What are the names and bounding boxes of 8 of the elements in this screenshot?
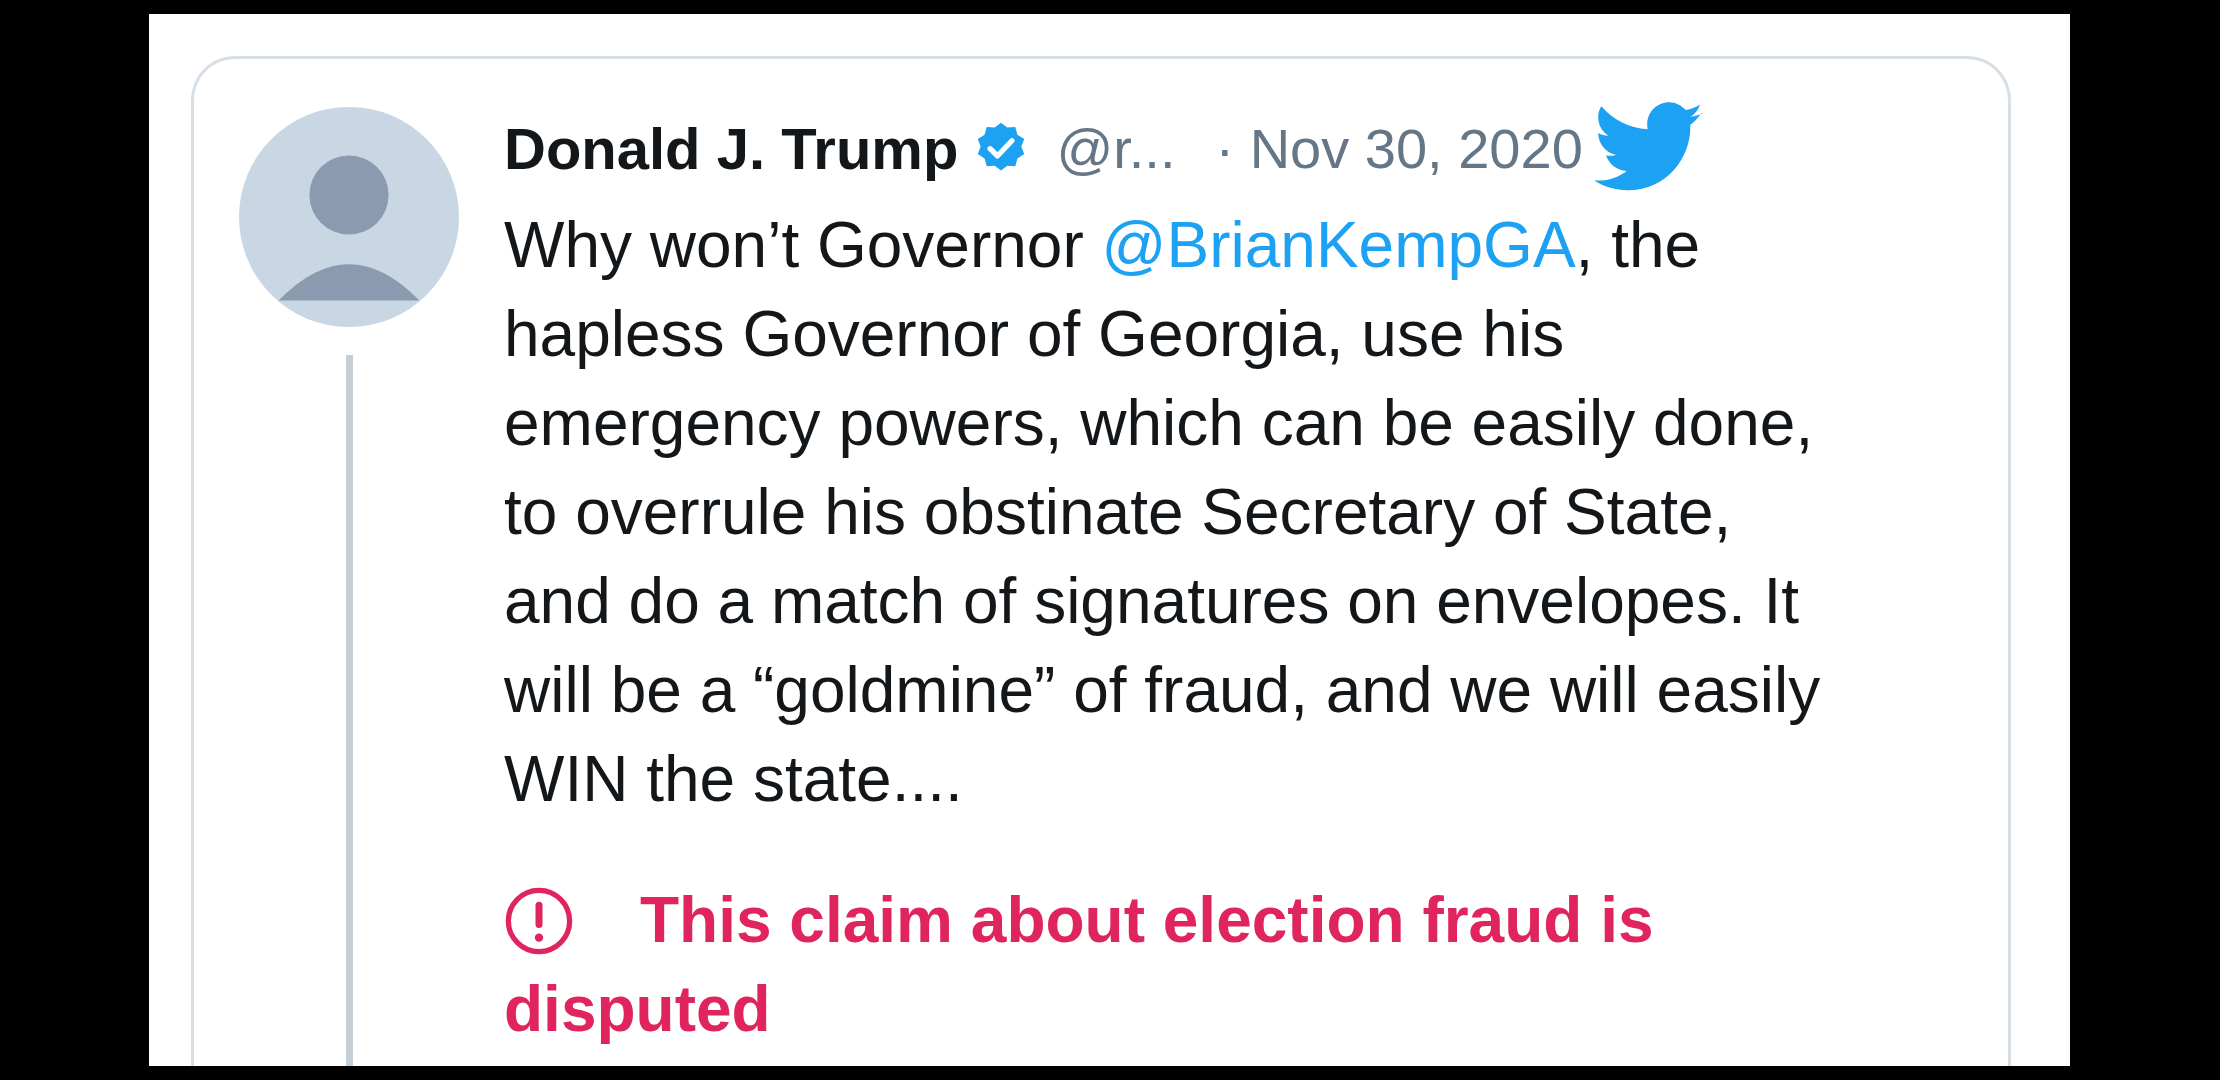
tweet-date[interactable]: · Nov 30, 2020: [1215, 115, 1583, 181]
alert-icon: [504, 886, 574, 956]
author-handle[interactable]: @r...: [1056, 115, 1176, 181]
author-name[interactable]: Donald J. Trump: [504, 114, 959, 182]
mention-link[interactable]: @BrianKempGA: [1101, 209, 1576, 281]
tweet-text: Why won’t Governor @BrianKempGA, the hapless Governor of Georgia, use his emergency powers, which can be easily done, to overrule his obstinate Secretary of State, and do a match of signatures on envelopes. It will be a “goldmine” of fraud, and we will easily WIN the state....: [504, 208, 1822, 817]
avatar[interactable]: [239, 107, 459, 327]
disputed-claim-notice[interactable]: This claim about election fraud is disputed: [504, 876, 1804, 1054]
